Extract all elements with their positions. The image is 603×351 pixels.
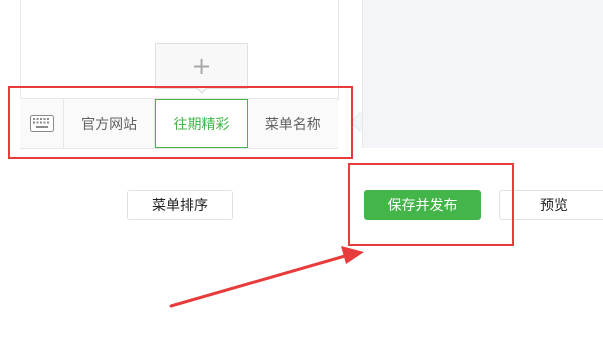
keyboard-icon [29,115,54,132]
save-and-publish-button[interactable]: 保存并发布 [364,190,481,220]
phone-border-left [20,0,21,100]
save-and-publish-label: 保存并发布 [387,198,458,214]
menu-item-label: 官方网站 [81,116,138,133]
preview-label: 预览 [540,198,568,214]
menu-sort-button[interactable]: 菜单排序 [127,190,233,220]
submenu-caret [196,87,208,94]
menu-item-official-site[interactable]: 官方网站 [64,99,156,148]
custom-menu-bar: 官方网站 往期精彩 菜单名称 [20,98,338,149]
add-submenu-button[interactable]: + [155,43,248,89]
menu-editor-panel [362,0,603,148]
menu-item-menu-name[interactable]: 菜单名称 [248,99,338,148]
menu-item-label: 往期精彩 [173,116,230,133]
keyboard-toggle[interactable] [20,99,64,148]
phone-preview: + 官方网站 往期精彩 菜单名称 [0,0,340,163]
menu-item-past-highlights[interactable]: 往期精彩 [155,99,248,148]
menu-editor-screen: + 官方网站 往期精彩 菜单名称 菜单排序 保存并发布 预览 [0,0,603,351]
phone-border-right [338,0,339,100]
plus-icon: + [191,52,212,80]
preview-button[interactable]: 预览 [499,190,603,220]
menu-item-label: 菜单名称 [264,116,321,133]
menu-sort-label: 菜单排序 [152,198,208,214]
